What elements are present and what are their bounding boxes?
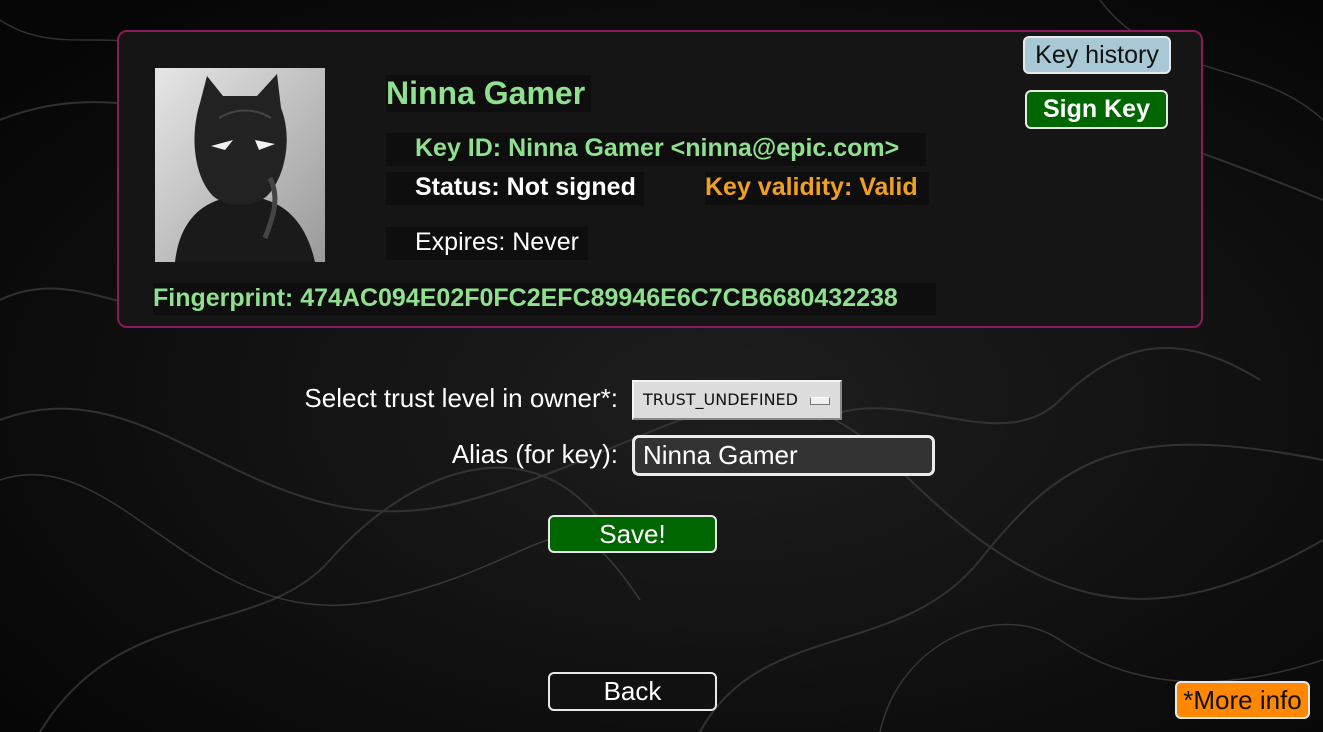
key-validity: Key validity: Valid: [705, 172, 929, 205]
key-owner-name: Ninna Gamer: [386, 75, 591, 112]
trust-level-select[interactable]: TRUST_UNDEFINED: [632, 380, 842, 420]
key-id-text: Key ID: Ninna Gamer <ninna@epic.com>: [386, 133, 926, 166]
dropdown-indicator-icon: [810, 397, 830, 405]
key-owner-avatar: [155, 68, 325, 262]
signature-status: Status: Not signed: [386, 172, 644, 205]
alias-label: Alias (for key):: [451, 439, 618, 469]
key-history-button[interactable]: Key history: [1023, 36, 1171, 74]
alias-input[interactable]: [632, 435, 935, 476]
save-button[interactable]: Save!: [548, 515, 717, 553]
key-fingerprint: Fingerprint: 474AC094E02F0FC2EFC89946E6C…: [153, 283, 936, 315]
trust-level-value: TRUST_UNDEFINED: [643, 390, 798, 409]
sign-key-button[interactable]: Sign Key: [1025, 90, 1168, 129]
key-expiry: Expires: Never: [386, 227, 588, 260]
back-button[interactable]: Back: [548, 672, 717, 711]
more-info-button[interactable]: *More info: [1175, 681, 1310, 719]
trust-level-label: Select trust level in owner*:: [304, 383, 618, 413]
masked-figure-icon: [155, 68, 325, 262]
